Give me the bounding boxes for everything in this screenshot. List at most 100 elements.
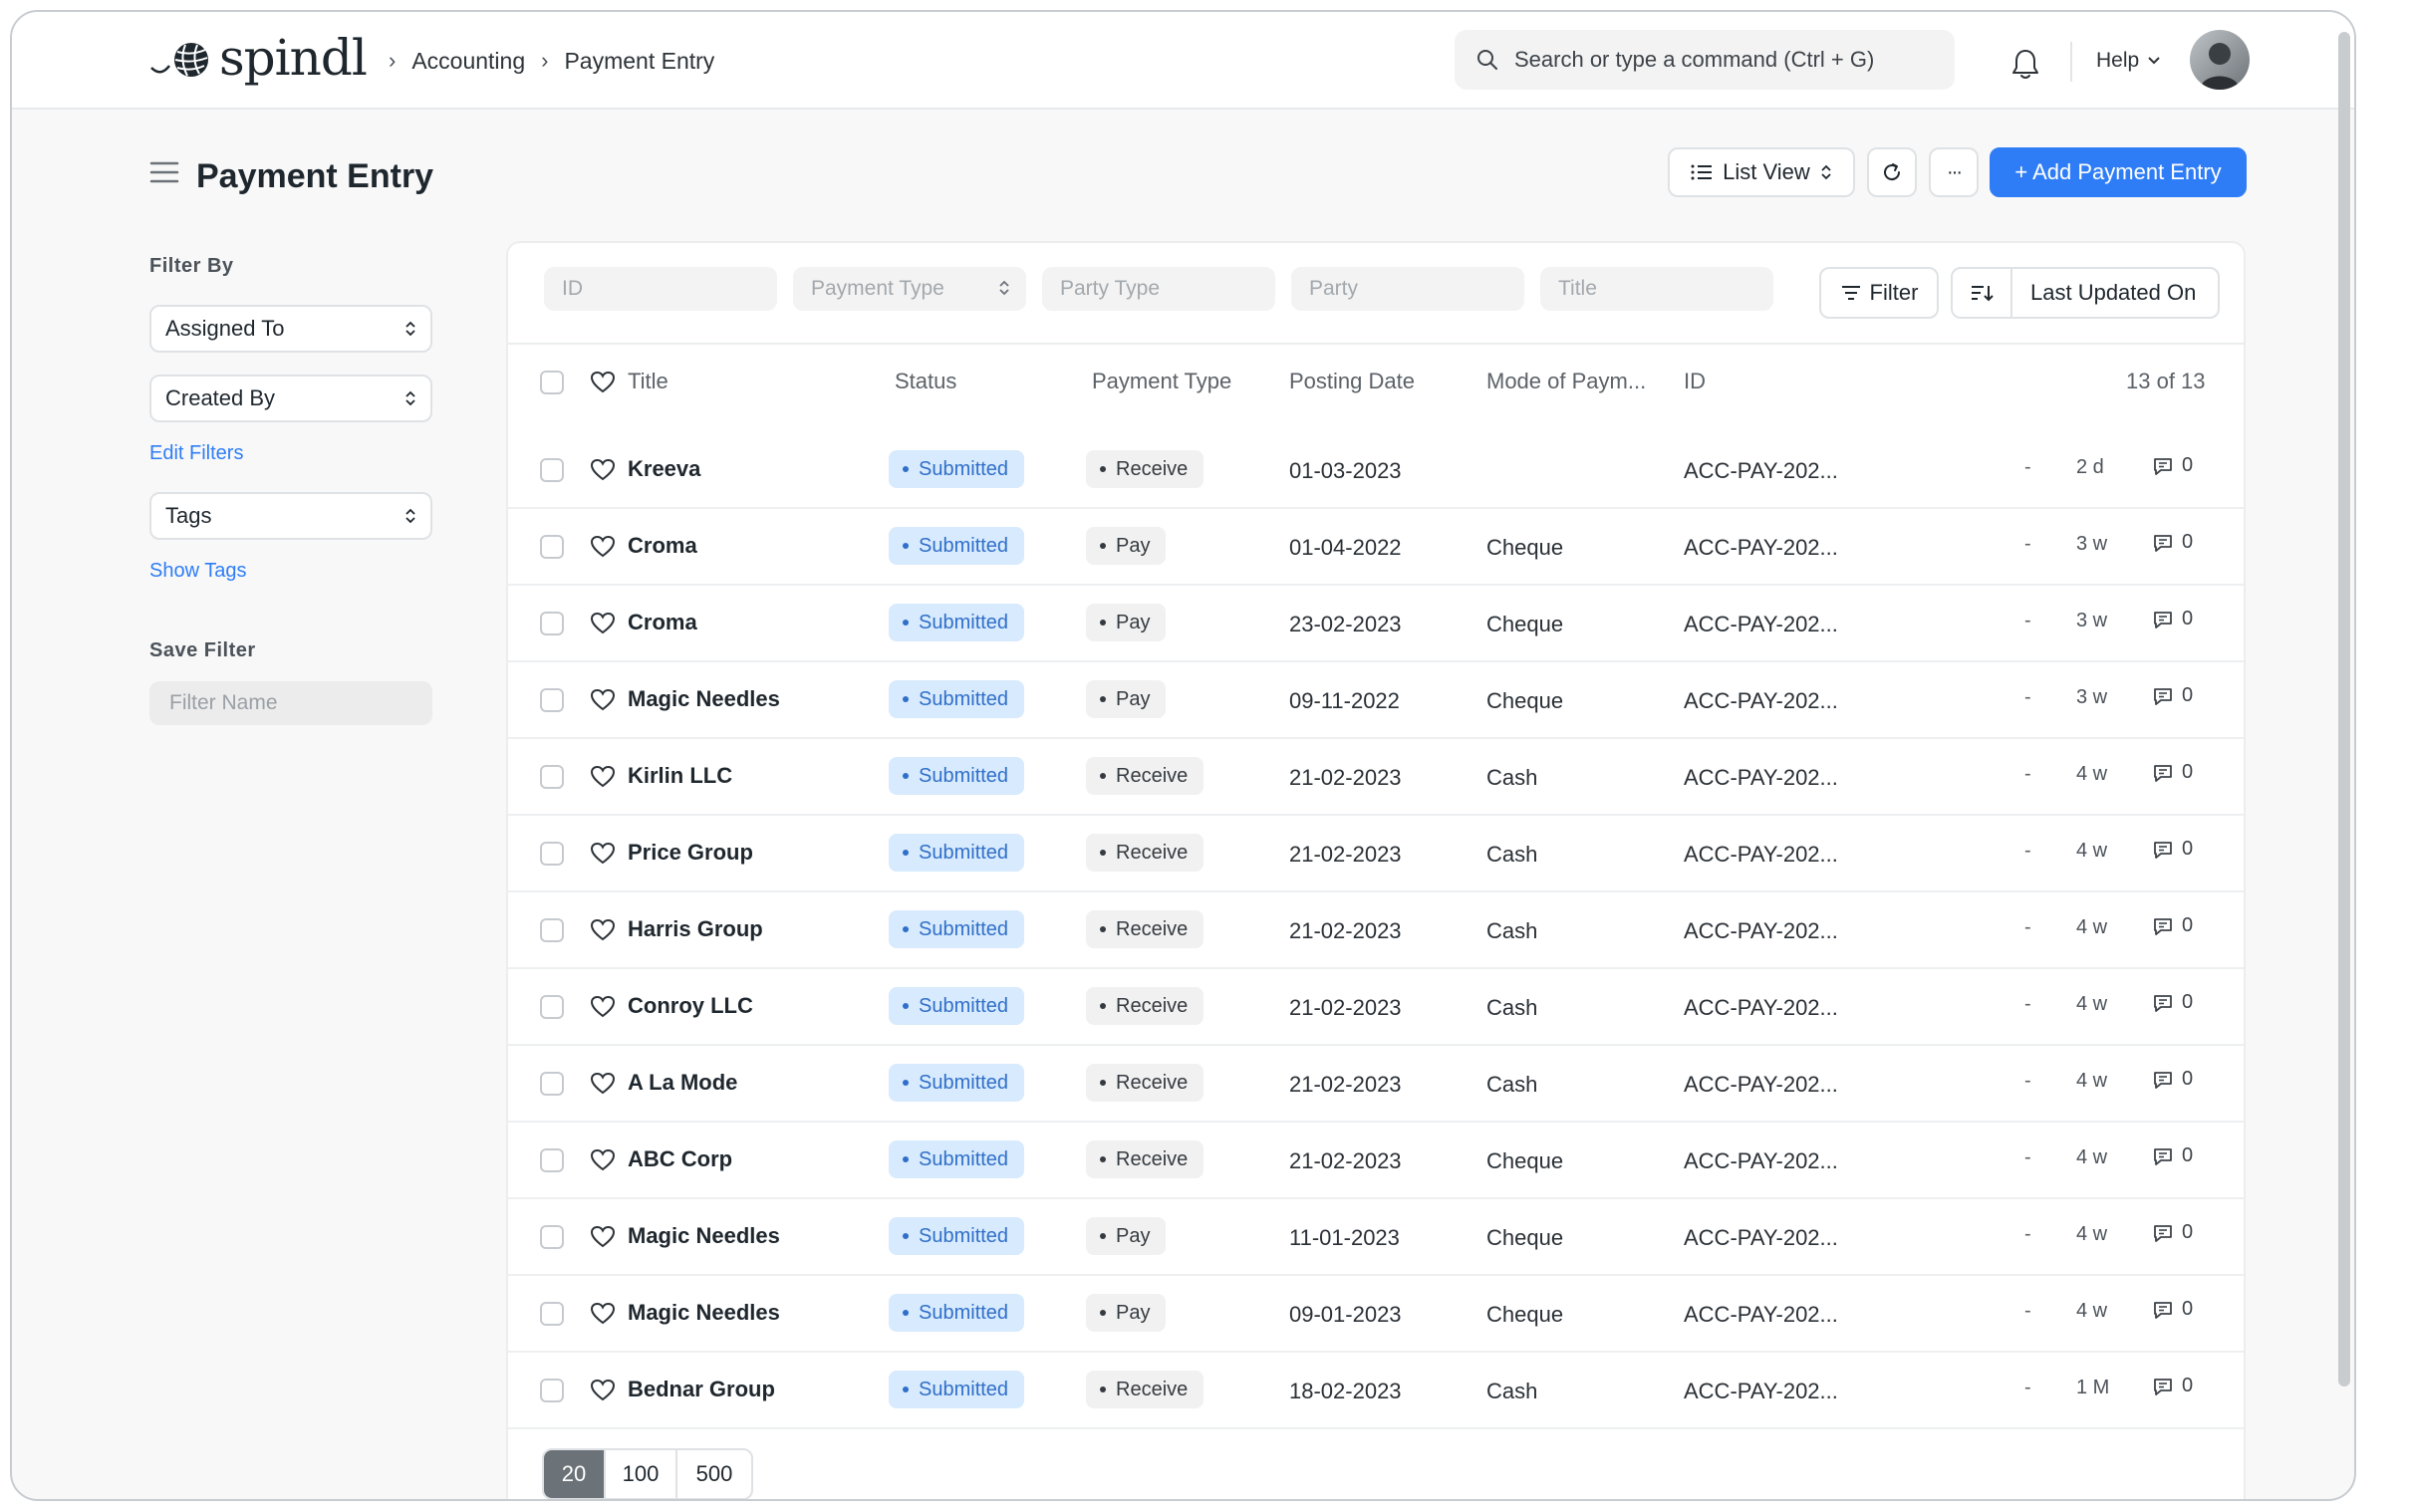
- party-type-filter-input[interactable]: Party Type: [1042, 267, 1275, 311]
- row-checkbox[interactable]: [540, 1072, 564, 1096]
- help-menu[interactable]: Help: [2096, 12, 2161, 110]
- row-title[interactable]: A La Mode: [628, 1070, 737, 1096]
- row-title[interactable]: Bednar Group: [628, 1377, 775, 1402]
- row-checkbox[interactable]: [540, 535, 564, 559]
- scrollbar[interactable]: [2338, 32, 2350, 1386]
- more-actions-button[interactable]: ···: [1929, 147, 1979, 197]
- id-filter-input[interactable]: ID: [544, 267, 777, 311]
- row-checkbox[interactable]: [540, 1302, 564, 1326]
- row-title[interactable]: Croma: [628, 610, 697, 635]
- sidebar-toggle-icon[interactable]: [149, 159, 179, 185]
- sort-direction-button[interactable]: [1953, 269, 2012, 317]
- edit-filters-link[interactable]: Edit Filters: [149, 442, 243, 465]
- comment-count[interactable]: 0: [2152, 1375, 2193, 1397]
- comment-count[interactable]: 0: [2152, 684, 2193, 707]
- page-size-500[interactable]: 500: [677, 1450, 751, 1498]
- table-row[interactable]: Magic Needles Submitted Pay 09-01-2023 Chequ…: [508, 1276, 2244, 1353]
- comment-count[interactable]: 0: [2152, 1298, 2193, 1321]
- heart-icon[interactable]: [590, 688, 616, 712]
- bell-icon[interactable]: [2010, 48, 2040, 80]
- table-row[interactable]: A La Mode Submitted Receive 21-02-2023 Cash A…: [508, 1046, 2244, 1123]
- sort-field-label[interactable]: Last Updated On: [2012, 280, 2196, 306]
- row-title[interactable]: Kreeva: [628, 456, 700, 482]
- table-row[interactable]: Harris Group Submitted Receive 21-02-2023 Ca…: [508, 892, 2244, 969]
- search-bar[interactable]: Search or type a command (Ctrl + G): [1455, 30, 1955, 90]
- select-all-checkbox[interactable]: [540, 371, 564, 394]
- heart-icon[interactable]: [590, 1225, 616, 1249]
- title-filter-input[interactable]: Title: [1540, 267, 1773, 311]
- table-row[interactable]: Kreeva Submitted Receive 01-03-2023 ACC-PAY-…: [508, 432, 2244, 509]
- comment-count[interactable]: 0: [2152, 1144, 2193, 1167]
- table-row[interactable]: Conroy LLC Submitted Receive 21-02-2023 Cash…: [508, 969, 2244, 1046]
- row-checkbox[interactable]: [540, 1379, 564, 1402]
- modified-ago: 4 w: [2076, 763, 2108, 785]
- row-checkbox[interactable]: [540, 688, 564, 712]
- comment-count[interactable]: 0: [2152, 838, 2193, 861]
- heart-icon[interactable]: [590, 1302, 616, 1326]
- avatar[interactable]: [2190, 30, 2250, 90]
- heart-icon[interactable]: [590, 371, 616, 394]
- row-checkbox[interactable]: [540, 995, 564, 1019]
- heart-icon[interactable]: [590, 842, 616, 866]
- breadcrumb-accounting[interactable]: Accounting: [411, 48, 525, 75]
- breadcrumb-payment-entry[interactable]: Payment Entry: [564, 48, 714, 75]
- filter-button[interactable]: Filter: [1819, 267, 1939, 319]
- comment-count[interactable]: 0: [2152, 454, 2193, 477]
- comment-count[interactable]: 0: [2152, 761, 2193, 784]
- heart-icon[interactable]: [590, 1148, 616, 1172]
- page-size-100[interactable]: 100: [606, 1450, 677, 1498]
- heart-icon[interactable]: [590, 995, 616, 1019]
- table-row[interactable]: Kirlin LLC Submitted Receive 21-02-2023 Cash…: [508, 739, 2244, 816]
- row-title[interactable]: ABC Corp: [628, 1146, 732, 1172]
- row-title[interactable]: Conroy LLC: [628, 993, 753, 1019]
- table-row[interactable]: ABC Corp Submitted Receive 21-02-2023 Cheque…: [508, 1123, 2244, 1199]
- heart-icon[interactable]: [590, 918, 616, 942]
- show-tags-link[interactable]: Show Tags: [149, 560, 246, 583]
- logo[interactable]: spindl: [149, 26, 368, 90]
- row-title[interactable]: Magic Needles: [628, 686, 780, 712]
- row-checkbox[interactable]: [540, 918, 564, 942]
- payment-type-filter-select[interactable]: Payment Type: [793, 267, 1026, 311]
- row-checkbox[interactable]: [540, 1225, 564, 1249]
- comment-count[interactable]: 0: [2152, 608, 2193, 630]
- row-title[interactable]: Kirlin LLC: [628, 763, 732, 789]
- list-view-button[interactable]: List View: [1668, 147, 1855, 197]
- row-title[interactable]: Price Group: [628, 840, 753, 866]
- add-payment-entry-button[interactable]: + Add Payment Entry: [1990, 147, 2247, 197]
- table-row[interactable]: Magic Needles Submitted Pay 09-11-2022 Chequ…: [508, 662, 2244, 739]
- row-checkbox[interactable]: [540, 1148, 564, 1172]
- heart-icon[interactable]: [590, 535, 616, 559]
- comment-count[interactable]: 0: [2152, 991, 2193, 1014]
- heart-icon[interactable]: [590, 1072, 616, 1096]
- posting-date: 21-02-2023: [1289, 1148, 1402, 1173]
- heart-icon[interactable]: [590, 765, 616, 789]
- table-row[interactable]: Magic Needles Submitted Pay 11-01-2023 Chequ…: [508, 1199, 2244, 1276]
- row-title[interactable]: Magic Needles: [628, 1300, 780, 1326]
- row-checkbox[interactable]: [540, 458, 564, 482]
- row-checkbox[interactable]: [540, 765, 564, 789]
- table-row[interactable]: Croma Submitted Pay 23-02-2023 Cheque ACC-PAY…: [508, 586, 2244, 662]
- assigned-to-select[interactable]: Assigned To: [149, 305, 432, 353]
- row-title[interactable]: Magic Needles: [628, 1223, 780, 1249]
- row-title[interactable]: Harris Group: [628, 916, 763, 942]
- heart-icon[interactable]: [590, 612, 616, 635]
- comment-count[interactable]: 0: [2152, 1068, 2193, 1091]
- table-row[interactable]: Price Group Submitted Receive 21-02-2023 Cas…: [508, 816, 2244, 892]
- comment-count[interactable]: 0: [2152, 914, 2193, 937]
- party-filter-input[interactable]: Party: [1291, 267, 1524, 311]
- row-checkbox[interactable]: [540, 842, 564, 866]
- comment-count[interactable]: 0: [2152, 1221, 2193, 1244]
- table-row[interactable]: Croma Submitted Pay 01-04-2022 Cheque ACC-PAY…: [508, 509, 2244, 586]
- filter-name-input[interactable]: Filter Name: [149, 681, 432, 725]
- row-title[interactable]: Croma: [628, 533, 697, 559]
- comment-count[interactable]: 0: [2152, 531, 2193, 554]
- row-checkbox[interactable]: [540, 612, 564, 635]
- heart-icon[interactable]: [590, 458, 616, 482]
- tags-select[interactable]: Tags: [149, 492, 432, 540]
- table-row[interactable]: Bednar Group Submitted Receive 18-02-2023 Ca…: [508, 1353, 2244, 1429]
- page-size-20[interactable]: 20: [544, 1450, 606, 1498]
- refresh-button[interactable]: [1867, 147, 1917, 197]
- created-by-select[interactable]: Created By: [149, 375, 432, 422]
- sort-control[interactable]: Last Updated On: [1951, 267, 2220, 319]
- heart-icon[interactable]: [590, 1379, 616, 1402]
